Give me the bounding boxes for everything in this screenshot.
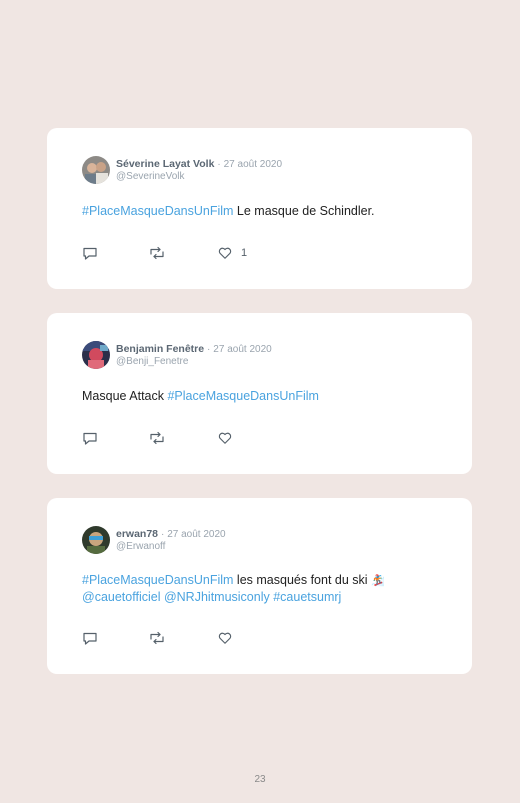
tweet-header: Séverine Layat Volk · 27 août 2020 @Seve… [82, 155, 282, 185]
like-button[interactable] [218, 430, 232, 446]
hashtag-link[interactable]: #PlaceMasqueDansUnFilm [167, 389, 318, 403]
reply-button[interactable] [82, 245, 98, 261]
page-number: 23 [254, 774, 266, 785]
author-name[interactable]: Benjamin Fenêtre [116, 343, 204, 355]
tweet-header: Benjamin Fenêtre · 27 août 2020 @Benji_F… [82, 340, 272, 370]
snowboarder-emoji: 🏂 [371, 575, 385, 587]
tweet-date[interactable]: 27 août 2020 [167, 529, 225, 540]
tweet-text: #PlaceMasqueDansUnFilm les masqués font … [82, 572, 442, 605]
retweet-icon [150, 431, 164, 445]
tweet-text-segment: les masqués font du ski [233, 573, 368, 587]
reply-icon [83, 247, 97, 260]
mention-link[interactable]: @NRJhitmusiconly [164, 590, 270, 604]
tweet-actions: 1 [82, 245, 282, 261]
like-button[interactable] [218, 630, 232, 646]
tweet-actions [82, 630, 282, 646]
like-button[interactable]: 1 [218, 245, 247, 261]
reply-icon [83, 632, 97, 645]
heart-icon [218, 247, 232, 259]
tweet-date[interactable]: 27 août 2020 [213, 344, 271, 355]
like-count: 1 [241, 247, 248, 259]
avatar[interactable] [82, 526, 110, 554]
hashtag-link[interactable]: #cauetsumrj [273, 590, 341, 604]
tweet-date[interactable]: 27 août 2020 [224, 159, 282, 170]
tweet-card: erwan78 · 27 août 2020 @Erwanoff #PlaceM… [47, 498, 472, 674]
hashtag-link[interactable]: #PlaceMasqueDansUnFilm [82, 204, 233, 218]
reply-icon [83, 432, 97, 445]
tweet-text: #PlaceMasqueDansUnFilm Le masque de Schi… [82, 203, 442, 219]
tweet-text-segment: Masque Attack [82, 389, 168, 403]
author-handle[interactable]: @Benji_Fenetre [116, 356, 272, 368]
author-handle[interactable]: @Erwanoff [116, 541, 226, 553]
retweet-button[interactable] [149, 245, 165, 261]
retweet-button[interactable] [149, 630, 165, 646]
avatar[interactable] [82, 341, 110, 369]
author-handle[interactable]: @SeverineVolk [116, 171, 282, 183]
tweet-card: Séverine Layat Volk · 27 août 2020 @Seve… [47, 128, 472, 289]
tweet-text-segment: Le masque de Schindler. [233, 204, 375, 218]
tweet-header: erwan78 · 27 août 2020 @Erwanoff [82, 525, 226, 555]
heart-icon [218, 432, 232, 444]
separator-dot: · [207, 343, 211, 355]
author-name[interactable]: Séverine Layat Volk [116, 158, 214, 170]
reply-button[interactable] [82, 630, 98, 646]
heart-icon [218, 632, 232, 644]
retweet-button[interactable] [149, 430, 165, 446]
hashtag-link[interactable]: #PlaceMasqueDansUnFilm [82, 573, 233, 587]
avatar[interactable] [82, 156, 110, 184]
tweet-card: Benjamin Fenêtre · 27 août 2020 @Benji_F… [47, 313, 472, 474]
retweet-icon [150, 631, 164, 645]
author-name[interactable]: erwan78 [116, 528, 158, 540]
tweet-text: Masque Attack #PlaceMasqueDansUnFilm [82, 388, 442, 404]
reply-button[interactable] [82, 430, 98, 446]
mention-link[interactable]: @cauetofficiel [82, 590, 160, 604]
separator-dot: · [160, 528, 165, 540]
tweet-actions [82, 430, 282, 446]
retweet-icon [150, 246, 164, 260]
separator-dot: · [217, 158, 221, 170]
